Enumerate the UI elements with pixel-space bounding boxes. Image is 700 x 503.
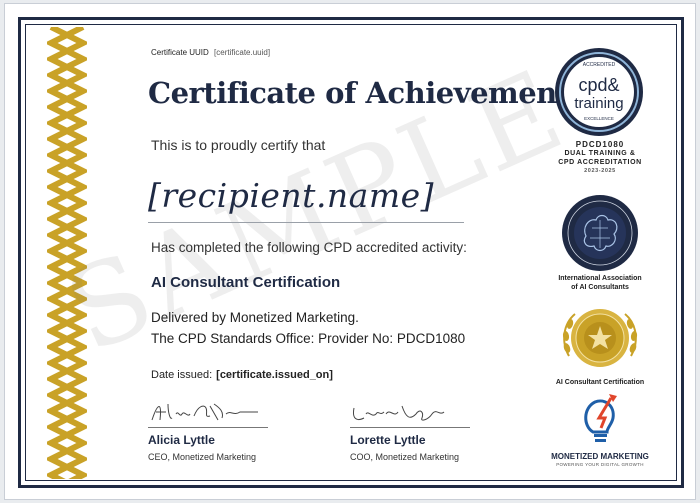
uuid-label: Certificate UUID [151,48,209,57]
signature-line [148,427,268,428]
signatory-name: Lorette Lyttle [350,433,426,447]
svg-text:cpd&: cpd& [578,75,619,95]
cpd-provider-number: PDCD1080 [575,140,625,149]
iaaic-caption-line: International Association [558,275,642,282]
delivered-by: Delivered by Monetized Marketing. [151,310,359,325]
iaaic-caption: International Association of AI Consulta… [535,274,665,292]
cpd-caption-line: CPD ACCREDITATION [558,159,642,166]
provider-line: The CPD Standards Office: Provider No: P… [151,331,466,346]
signatory-role: COO, Monetized Marketing [350,452,460,462]
monetized-marketing-tagline: POWERING YOUR DIGITAL GROWTH [556,462,644,467]
uuid-value: [certificate.uuid] [214,48,271,57]
iaaic-caption-line: of AI Consultants [571,284,629,291]
gold-seal-badge [562,309,638,367]
svg-text:EXCELLENCE: EXCELLENCE [584,116,614,121]
certificate-title: Certificate of Achievement [148,76,570,110]
signature-block-ceo: Alicia Lyttle CEO, Monetized Marketing [148,398,268,462]
gold-lattice-decoration [47,27,87,479]
iaaic-brain-badge [562,195,638,271]
signature-ceo [151,403,258,421]
completed-text: Has completed the following CPD accredit… [151,240,467,255]
cpd-training-badge: ACCREDITED cpd& training EXCELLENCE [555,48,643,136]
monetized-marketing-name: MONETIZED MARKETING [551,452,649,461]
course-name: AI Consultant Certification [151,274,341,291]
svg-text:ACCREDITED: ACCREDITED [583,62,616,68]
recipient-name: [recipient.name] [148,176,435,215]
recipient-underline [148,222,464,223]
cpd-caption-year: 2023-2025 [584,168,616,174]
cpd-caption-line: DUAL TRAINING & [564,150,636,157]
date-issued-value: [certificate.issued_on] [216,369,333,381]
certify-text: This is to proudly certify that [151,137,326,153]
certificate-page: SAMPLE Certificate UUID [certificate.uui… [4,3,696,500]
svg-text:training: training [574,95,623,112]
signatory-name: Alicia Lyttle [148,433,215,447]
certificate-uuid: Certificate UUID [certificate.uuid] [151,48,270,57]
cpd-caption: PDCD1080 DUAL TRAINING & CPD ACCREDITATI… [535,140,665,176]
signatory-role: CEO, Monetized Marketing [148,452,257,462]
signature-block-coo: Lorette Lyttle COO, Monetized Marketing [350,398,470,462]
gold-seal-caption: AI Consultant Certification [555,379,645,386]
monetized-marketing-logo [584,394,617,442]
signature-line [350,427,470,428]
date-issued: Date issued: [certificate.issued_on] [151,369,333,381]
date-issued-label: Date issued: [151,369,213,381]
signature-coo [353,405,445,421]
